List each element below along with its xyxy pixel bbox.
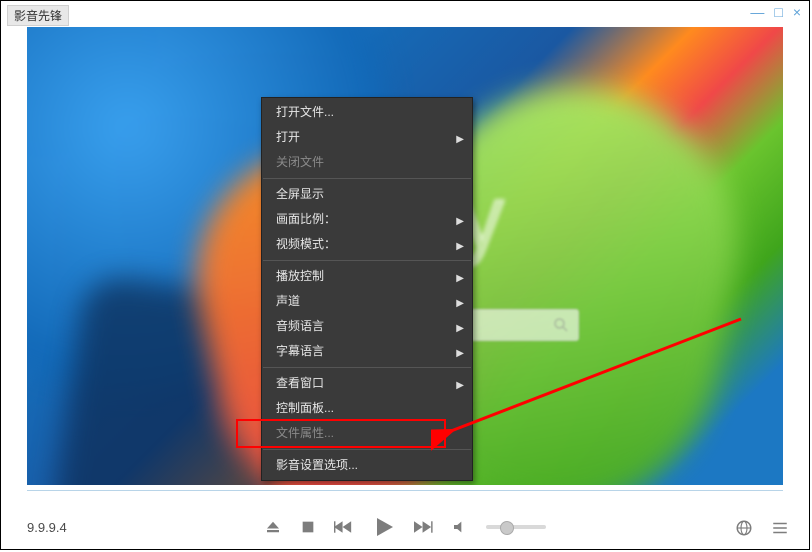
submenu-arrow-icon: ▶ (456, 131, 464, 148)
titlebar: 影音先锋 (7, 5, 69, 25)
menu-item[interactable]: 播放控制▶ (262, 264, 472, 289)
submenu-arrow-icon: ▶ (456, 377, 464, 394)
previous-button[interactable] (334, 519, 354, 535)
menu-item[interactable]: 查看窗口▶ (262, 371, 472, 396)
submenu-arrow-icon: ▶ (456, 270, 464, 287)
close-button[interactable]: × (793, 5, 801, 19)
mute-button[interactable] (452, 519, 468, 535)
search-icon (552, 316, 570, 334)
playlist-button[interactable] (771, 519, 789, 537)
submenu-arrow-icon: ▶ (456, 213, 464, 230)
app-window: 影音先锋 — □ × ay 打开文件...打开▶关闭文件全屏显示画面比例：▶视频… (0, 0, 810, 550)
version-label: 9.9.9.4 (27, 520, 67, 535)
menu-item[interactable]: 画面比例：▶ (262, 207, 472, 232)
menu-item[interactable]: 音频语言▶ (262, 314, 472, 339)
menu-separator (263, 178, 471, 179)
menu-item[interactable]: 打开文件... (262, 100, 472, 125)
right-controls (735, 519, 789, 537)
menu-item[interactable]: 控制面板... (262, 396, 472, 421)
menu-separator (263, 367, 471, 368)
menu-item[interactable]: 声道▶ (262, 289, 472, 314)
submenu-arrow-icon: ▶ (456, 295, 464, 312)
submenu-arrow-icon: ▶ (456, 238, 464, 255)
seek-bar[interactable] (27, 490, 783, 491)
menu-item[interactable]: 全屏显示 (262, 182, 472, 207)
next-button[interactable] (414, 519, 434, 535)
menu-item[interactable]: 字幕语言▶ (262, 339, 472, 364)
submenu-arrow-icon: ▶ (456, 320, 464, 337)
bottom-bar: 9.9.9.4 (1, 505, 809, 549)
menu-item[interactable]: 影音设置选项... (262, 453, 472, 478)
minimize-button[interactable]: — (750, 5, 764, 19)
window-title: 影音先锋 (7, 5, 69, 26)
window-controls: — □ × (750, 5, 801, 19)
video-area[interactable]: ay 打开文件...打开▶关闭文件全屏显示画面比例：▶视频模式：▶播放控制▶声道… (27, 27, 783, 485)
context-menu[interactable]: 打开文件...打开▶关闭文件全屏显示画面比例：▶视频模式：▶ 播放控制▶声道▶音频… (261, 97, 473, 481)
maximize-button[interactable]: □ (774, 5, 782, 19)
menu-item: 关闭文件 (262, 150, 472, 175)
submenu-arrow-icon: ▶ (456, 345, 464, 362)
menu-item[interactable]: 视频模式：▶ (262, 232, 472, 257)
volume-slider[interactable] (486, 525, 546, 529)
play-button[interactable] (372, 515, 396, 539)
eject-button[interactable] (264, 518, 282, 536)
stop-button[interactable] (300, 519, 316, 535)
playback-controls (264, 515, 546, 539)
menu-separator (263, 260, 471, 261)
menu-separator (263, 449, 471, 450)
menu-item: 文件属性... (262, 421, 472, 446)
menu-item[interactable]: 打开▶ (262, 125, 472, 150)
network-button[interactable] (735, 519, 753, 537)
